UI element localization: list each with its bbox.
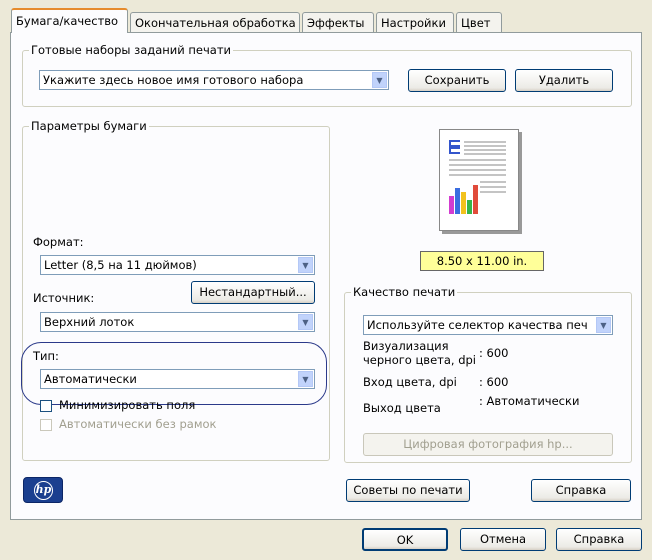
chevron-down-icon[interactable]: ▼ bbox=[596, 317, 611, 333]
presets-legend: Готовые наборы заданий печати bbox=[31, 43, 231, 57]
ok-button[interactable]: OK bbox=[362, 528, 448, 551]
source-label: Источник: bbox=[33, 291, 95, 305]
borderless-label: Автоматически без рамок bbox=[59, 417, 217, 431]
borderless-checkbox[interactable] bbox=[40, 419, 52, 431]
tab-paper-quality[interactable]: Бумага/качество bbox=[11, 8, 128, 33]
hp-logo-text: hp bbox=[34, 481, 53, 500]
hp-logo: hp bbox=[23, 477, 63, 503]
color-output-value: : Автоматически bbox=[479, 394, 580, 408]
quality-value: Используйте селектор качества печ bbox=[367, 318, 588, 332]
chevron-down-icon[interactable]: ▼ bbox=[298, 371, 313, 387]
type-label: Тип: bbox=[33, 349, 59, 363]
type-value: Автоматически bbox=[44, 372, 137, 386]
chevron-down-icon[interactable]: ▼ bbox=[298, 314, 313, 330]
minimize-margins-checkbox[interactable] bbox=[40, 400, 52, 412]
page-preview-icon bbox=[449, 140, 506, 214]
black-dpi-label: Визуализация черного цвета, dpi bbox=[363, 339, 476, 367]
tab-panel: Готовые наборы заданий печати Укажите зд… bbox=[10, 32, 642, 520]
color-output-label: Выход цвета bbox=[363, 401, 441, 415]
save-button[interactable]: Сохранить bbox=[408, 69, 506, 92]
source-value: Верхний лоток bbox=[44, 315, 135, 329]
format-combo[interactable]: Letter (8,5 на 11 дюймов) ▼ bbox=[40, 255, 315, 275]
print-quality-legend: Качество печати bbox=[353, 285, 456, 299]
color-dpi-value: : 600 bbox=[479, 375, 509, 389]
preset-name-combo[interactable]: Укажите здесь новое имя готового набора … bbox=[39, 70, 389, 90]
black-dpi-value: : 600 bbox=[479, 346, 509, 360]
digital-photo-button[interactable]: Цифровая фотография hp... bbox=[363, 433, 613, 456]
preset-name-value: Укажите здесь новое имя готового набора bbox=[43, 73, 304, 87]
color-dpi-label: Вход цвета, dpi bbox=[363, 375, 457, 389]
panel-help-button[interactable]: Справка bbox=[531, 479, 631, 502]
chevron-down-icon[interactable]: ▼ bbox=[372, 72, 387, 88]
delete-button[interactable]: Удалить bbox=[515, 69, 613, 92]
chevron-down-icon[interactable]: ▼ bbox=[298, 257, 313, 273]
type-combo[interactable]: Автоматически ▼ bbox=[40, 369, 315, 389]
print-tips-button[interactable]: Советы по печати bbox=[346, 479, 470, 502]
tab-finishing[interactable]: Окончательная обработка bbox=[130, 12, 300, 32]
source-combo[interactable]: Верхний лоток ▼ bbox=[40, 312, 315, 332]
paper-params-legend: Параметры бумаги bbox=[31, 119, 147, 133]
cancel-button[interactable]: Отмена bbox=[460, 528, 546, 551]
custom-size-button[interactable]: Нестандартный... bbox=[191, 281, 315, 304]
dialog-help-button[interactable]: Справка bbox=[556, 528, 642, 551]
paper-size-badge: 8.50 x 11.00 in. bbox=[420, 251, 544, 271]
format-label: Формат: bbox=[33, 235, 84, 249]
tab-settings[interactable]: Настройки bbox=[376, 12, 454, 32]
minimize-margins-label: Минимизировать поля bbox=[59, 398, 196, 412]
format-value: Letter (8,5 на 11 дюймов) bbox=[44, 258, 197, 272]
page-preview bbox=[439, 129, 519, 231]
tab-color[interactable]: Цвет bbox=[456, 12, 502, 32]
tab-effects[interactable]: Эффекты bbox=[302, 12, 374, 32]
quality-combo[interactable]: Используйте селектор качества печ ▼ bbox=[363, 315, 613, 335]
